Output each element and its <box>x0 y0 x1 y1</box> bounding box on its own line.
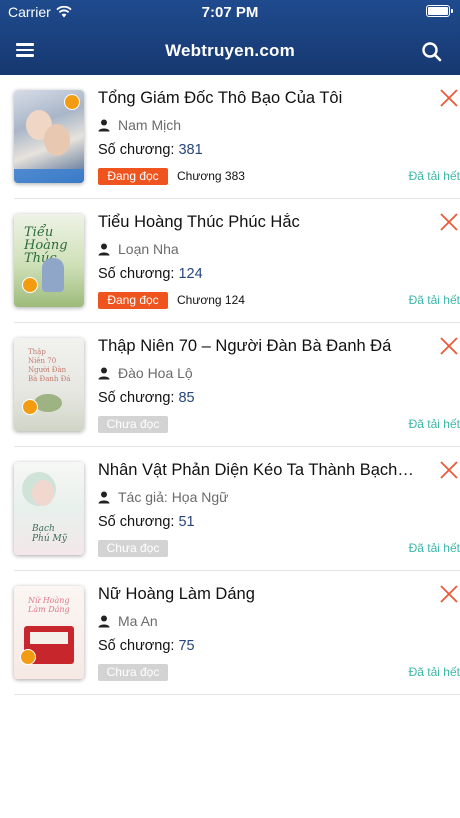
list-item[interactable]: Tổng Giám Đốc Thô Bạo Của Tôi Nam Mịch S… <box>14 75 460 199</box>
chapters-label: Số chương: <box>98 638 175 654</box>
chapter-count: 124 <box>178 266 203 282</box>
download-status: Đã tải hết <box>408 541 460 555</box>
person-icon <box>98 119 110 131</box>
person-icon <box>98 367 110 379</box>
chapter-count-line: Số chương: 85 <box>98 390 195 406</box>
download-status: Đã tải hết <box>408 293 460 307</box>
chapters-label: Số chương: <box>98 390 175 406</box>
chapter-count: 381 <box>178 142 203 158</box>
chapter-count-line: Số chương: 75 <box>98 638 195 654</box>
author-line: Tác giả: Họa Ngữ <box>98 489 229 505</box>
author-name: Ma An <box>118 613 158 629</box>
chapter-count-line: Số chương: 51 <box>98 514 195 530</box>
author-name: Tác giả: Họa Ngữ <box>118 489 229 505</box>
chapter-count-line: Số chương: 124 <box>98 266 203 282</box>
close-icon <box>440 461 458 479</box>
author-line: Đào Hoa Lộ <box>98 365 193 381</box>
book-cover[interactable]: Thập Niên 70 Người Đàn Bà Đanh Đá <box>14 338 84 431</box>
chapters-label: Số chương: <box>98 142 175 158</box>
remove-book-button[interactable] <box>438 459 460 481</box>
remove-book-button[interactable] <box>438 335 460 357</box>
close-icon <box>440 585 458 603</box>
current-chapter: Chương 383 <box>177 169 245 183</box>
close-icon <box>440 89 458 107</box>
current-chapter: Chương 124 <box>177 293 245 307</box>
author-line: Nam Mịch <box>98 117 181 133</box>
book-title[interactable]: Nhân Vật Phản Diện Kéo Ta Thành Bạch Phú… <box>98 461 418 480</box>
chapters-label: Số chương: <box>98 266 175 282</box>
chapter-count-line: Số chương: 381 <box>98 142 203 158</box>
cover-badge-icon <box>22 399 38 415</box>
list-item[interactable]: Bạch Phú Mỹ Nhân Vật Phản Diện Kéo Ta Thà… <box>14 447 460 571</box>
search-button[interactable] <box>418 38 446 66</box>
navigation-bar: Webtruyen.com <box>0 28 460 74</box>
battery-icon <box>426 5 453 17</box>
remove-book-button[interactable] <box>438 87 460 109</box>
app-title: Webtruyen.com <box>165 41 295 60</box>
book-cover[interactable] <box>14 90 84 183</box>
book-title[interactable]: Tổng Giám Đốc Thô Bạo Của Tôi <box>98 89 418 108</box>
author-name: Đào Hoa Lộ <box>118 365 193 381</box>
reading-status-badge[interactable]: Chưa đọc <box>98 416 168 433</box>
cover-badge-icon <box>64 94 80 110</box>
status-bar: Carrier 7:07 PM <box>0 0 460 24</box>
list-item[interactable]: Thập Niên 70 Người Đàn Bà Đanh Đá Thập Niên… <box>14 323 460 447</box>
download-status: Đã tải hết <box>408 169 460 183</box>
author-line: Ma An <box>98 613 158 629</box>
cover-badge-icon <box>20 649 36 665</box>
remove-book-button[interactable] <box>438 211 460 233</box>
reading-status-badge[interactable]: Đang đọc <box>98 168 168 185</box>
author-line: Loạn Nha <box>98 241 179 257</box>
cover-badge-icon <box>22 277 38 293</box>
reading-status-badge[interactable]: Đang đọc <box>98 292 168 309</box>
remove-book-button[interactable] <box>438 583 460 605</box>
list-item[interactable]: Tiểu Hoàng Thúc Tiểu Hoàng Thúc Phúc Hắc L… <box>14 199 460 323</box>
book-cover[interactable]: Nữ Hoàng Làm Dáng <box>14 586 84 679</box>
book-title[interactable]: Nữ Hoàng Làm Dáng <box>98 585 418 604</box>
book-cover[interactable]: Bạch Phú Mỹ <box>14 462 84 555</box>
list-item[interactable]: Nữ Hoàng Làm Dáng Nữ Hoàng Làm Dáng Ma An… <box>14 571 460 695</box>
app-header: Carrier 7:07 PM Webtruyen.com <box>0 0 460 75</box>
person-icon <box>98 615 110 627</box>
bookshelf-list: Tổng Giám Đốc Thô Bạo Của Tôi Nam Mịch S… <box>0 75 460 695</box>
chapter-count: 51 <box>178 514 195 530</box>
close-icon <box>440 213 458 231</box>
reading-status-badge[interactable]: Chưa đọc <box>98 664 168 681</box>
book-cover[interactable]: Tiểu Hoàng Thúc <box>14 214 84 307</box>
book-title[interactable]: Thập Niên 70 – Người Đàn Bà Đanh Đá <box>98 337 418 356</box>
download-status: Đã tải hết <box>408 665 460 679</box>
chapters-label: Số chương: <box>98 514 175 530</box>
chapter-count: 85 <box>178 390 195 406</box>
person-icon <box>98 491 110 503</box>
person-icon <box>98 243 110 255</box>
download-status: Đã tải hết <box>408 417 460 431</box>
author-name: Loạn Nha <box>118 241 179 257</box>
close-icon <box>440 337 458 355</box>
search-icon <box>422 42 442 62</box>
author-name: Nam Mịch <box>118 117 182 133</box>
book-title[interactable]: Tiểu Hoàng Thúc Phúc Hắc <box>98 213 418 232</box>
chapter-count: 75 <box>178 638 195 654</box>
clock: 7:07 PM <box>201 4 259 21</box>
reading-status-badge[interactable]: Chưa đọc <box>98 540 168 557</box>
